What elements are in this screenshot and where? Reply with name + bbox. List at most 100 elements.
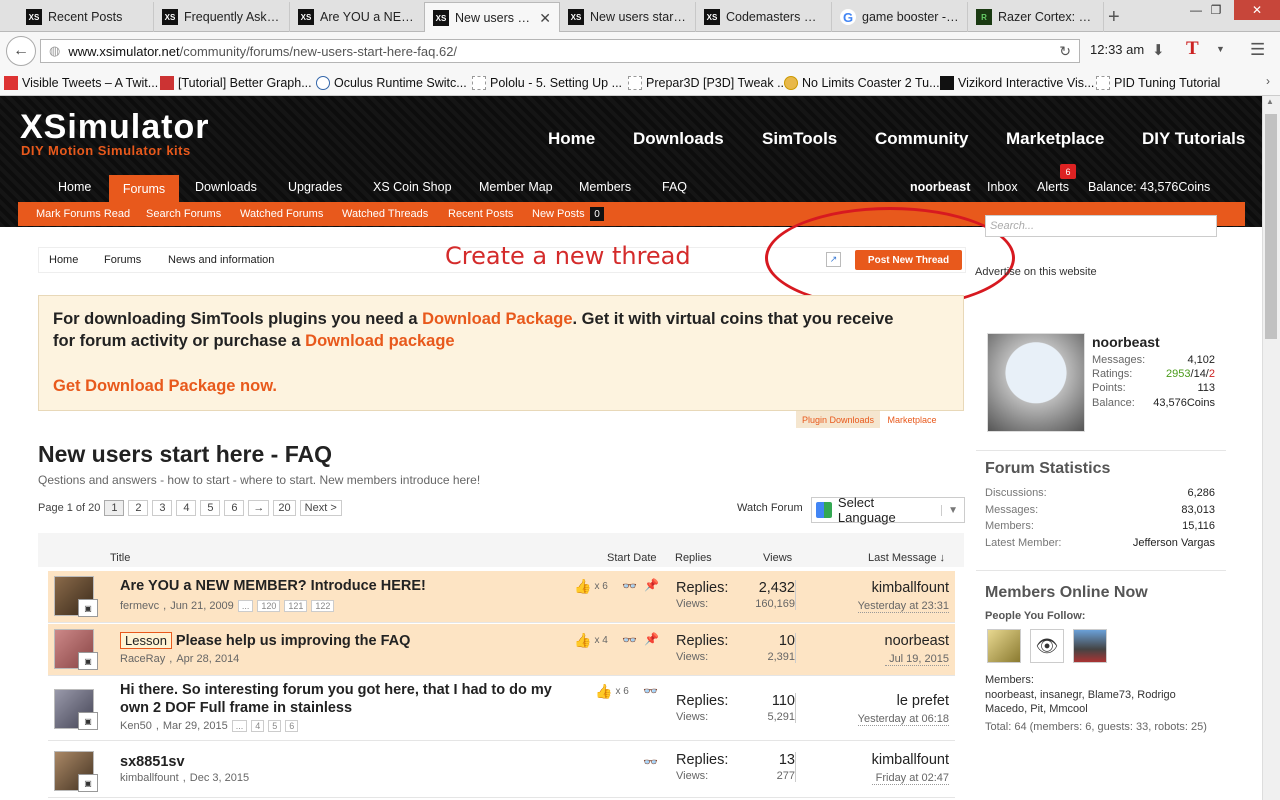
browser-tab[interactable]: XS Are YOU a NEW ... [290, 2, 426, 32]
alerts-link[interactable]: Alerts [1037, 180, 1069, 194]
column-views[interactable]: Views [763, 552, 792, 564]
thread-author[interactable]: RaceRay [120, 653, 165, 665]
thread-row[interactable]: ▣ Hi there. So interesting forum you got… [48, 677, 955, 741]
browser-tab[interactable]: XS Recent Posts [18, 2, 154, 32]
column-replies[interactable]: Replies [675, 552, 712, 564]
thread-author[interactable]: Ken50 [120, 720, 152, 732]
browser-tab[interactable]: Ggame booster - ... [832, 2, 968, 32]
column-start-date[interactable]: Start Date [607, 552, 657, 564]
browser-tab[interactable]: R Razer Cortex: Ga... [968, 2, 1104, 32]
bookmark[interactable]: Visible Tweets – A Twit... [4, 74, 158, 92]
page-jump-icon[interactable]: → [248, 500, 270, 516]
bookmarks-overflow-icon[interactable]: › [1266, 74, 1270, 88]
watched-forums-link[interactable]: Watched Forums [240, 208, 323, 220]
column-last-message[interactable]: Last Message ↓ [868, 552, 945, 564]
next-page-button[interactable]: Next > [299, 500, 342, 516]
followed-user-avatar[interactable] [987, 629, 1021, 663]
bookmark[interactable]: [Tutorial] Better Graph... [160, 74, 312, 92]
download-package-link[interactable]: Download Package [422, 310, 572, 328]
last-user[interactable]: noorbeast [885, 633, 950, 649]
subnav-home[interactable]: Home [58, 180, 91, 194]
subnav-upgrades[interactable]: Upgrades [288, 180, 342, 194]
subnav-coin-shop[interactable]: XS Coin Shop [373, 180, 452, 194]
search-forums-link[interactable]: Search Forums [146, 208, 221, 220]
followed-user-avatar[interactable] [1073, 629, 1107, 663]
site-logo[interactable]: XSimulator [20, 108, 209, 147]
thread-row[interactable]: ▣ Are YOU a NEW MEMBER? Introduce HERE! … [48, 571, 955, 623]
last-user[interactable]: kimballfount [872, 752, 949, 768]
last-date[interactable]: Yesterday at 06:18 [857, 713, 949, 726]
scrollbar-thumb[interactable] [1265, 114, 1277, 339]
download-icon[interactable]: ⬇ [1152, 41, 1165, 59]
last-user[interactable]: le prefet [858, 693, 949, 709]
new-posts-link[interactable]: New Posts [532, 208, 585, 220]
topnav-downloads[interactable]: Downloads [633, 129, 724, 149]
breadcrumb-news[interactable]: News and information [168, 254, 274, 266]
thread-author[interactable]: fermevc [120, 600, 159, 612]
thread-title-line-2[interactable]: own 2 DOF Full frame in stainless [120, 700, 352, 716]
browser-tab[interactable]: XS New users start ... [560, 2, 696, 32]
topnav-marketplace[interactable]: Marketplace [1006, 129, 1104, 149]
coin-balance[interactable]: Balance: 43,576Coins [1088, 180, 1210, 194]
browser-tab[interactable]: XS Codemasters Di... [696, 2, 832, 32]
thread-page-link[interactable]: 121 [284, 600, 308, 612]
online-members-list[interactable]: noorbeast, insanegr, Blame73, Rodrigo Ma… [985, 688, 1217, 716]
thread-page-link[interactable]: ... [237, 600, 254, 612]
language-select[interactable]: Select Language ▼ [811, 495, 965, 525]
page-link[interactable]: 2 [128, 500, 149, 516]
breadcrumb-forums[interactable]: Forums [104, 254, 141, 266]
latest-member-link[interactable]: Jefferson Vargas [1133, 537, 1215, 549]
page-link[interactable]: 1 [104, 500, 125, 516]
bookmark[interactable]: PID Tuning Tutorial [1096, 74, 1220, 92]
topnav-community[interactable]: Community [875, 129, 969, 149]
account-username[interactable]: noorbeast [910, 180, 970, 194]
bookmark[interactable]: Prepar3D [P3D] Tweak ... [628, 74, 788, 92]
advertise-link[interactable]: Advertise on this website [975, 266, 1097, 278]
notice-tab-marketplace[interactable]: Marketplace [882, 411, 942, 428]
inbox-link[interactable]: Inbox [987, 180, 1018, 194]
watch-forum-link[interactable]: Watch Forum [737, 502, 803, 514]
page-link[interactable]: 4 [176, 500, 197, 516]
thread-page-link[interactable]: 5 [268, 720, 282, 732]
window-close-icon[interactable]: ✕ [1234, 0, 1280, 20]
page-link[interactable]: 3 [152, 500, 173, 516]
topnav-home[interactable]: Home [548, 129, 595, 149]
close-tab-icon[interactable]: ✕ [539, 10, 551, 27]
address-bar[interactable]: ◍ www.xsimulator.net/community/forums/new… [40, 39, 1080, 63]
bookmark[interactable]: Pololu - 5. Setting Up ... [472, 74, 622, 92]
thread-author[interactable]: kimballfount [120, 772, 179, 784]
bookmark[interactable]: Vizikord Interactive Vis... [940, 74, 1094, 92]
thread-page-link[interactable]: 6 [285, 720, 299, 732]
thread-page-link[interactable]: 122 [311, 600, 335, 612]
thread-title[interactable]: sx8851sv [120, 754, 185, 770]
thread-title[interactable]: Please help us improving the FAQ [176, 633, 410, 649]
thread-row[interactable]: ▣ Lesson Please help us improving the FAQ… [48, 624, 955, 676]
last-user[interactable]: kimballfount [858, 580, 949, 596]
page-link[interactable]: 20 [273, 500, 296, 516]
breadcrumb-home[interactable]: Home [49, 254, 78, 266]
menu-icon[interactable]: ☰ [1250, 40, 1265, 60]
bookmark[interactable]: Oculus Runtime Switc... [316, 74, 467, 92]
topnav-diy-tutorials[interactable]: DIY Tutorials [1142, 129, 1245, 149]
recent-posts-link[interactable]: Recent Posts [448, 208, 513, 220]
thread-title[interactable]: Are YOU a NEW MEMBER? Introduce HERE! [120, 578, 426, 594]
last-date[interactable]: Jul 19, 2015 [884, 653, 949, 666]
thread-page-link[interactable]: 4 [251, 720, 265, 732]
thread-title-wrap[interactable]: Lesson Please help us improving the FAQ [120, 632, 410, 649]
user-avatar[interactable] [987, 333, 1085, 432]
thread-page-link[interactable]: 120 [257, 600, 281, 612]
download-package-link[interactable]: Download package [305, 332, 454, 350]
page-link[interactable]: 6 [224, 500, 245, 516]
reload-icon[interactable]: ↻ [1059, 43, 1071, 60]
subnav-member-map[interactable]: Member Map [479, 180, 553, 194]
search-input[interactable]: Search... [985, 215, 1217, 237]
browser-tab-active[interactable]: XS New users s... ✕ [424, 2, 560, 33]
get-download-package-link[interactable]: Get Download Package now. [53, 377, 277, 396]
notice-tab-plugin-downloads[interactable]: Plugin Downloads [796, 411, 880, 428]
thread-title[interactable]: Hi there. So interesting forum you got h… [120, 682, 552, 698]
subnav-members[interactable]: Members [579, 180, 631, 194]
followed-user-avatar[interactable]: 👁 [1030, 629, 1064, 663]
subnav-downloads[interactable]: Downloads [195, 180, 257, 194]
column-title[interactable]: Title [110, 552, 130, 564]
bookmark[interactable]: No Limits Coaster 2 Tu... [784, 74, 940, 92]
